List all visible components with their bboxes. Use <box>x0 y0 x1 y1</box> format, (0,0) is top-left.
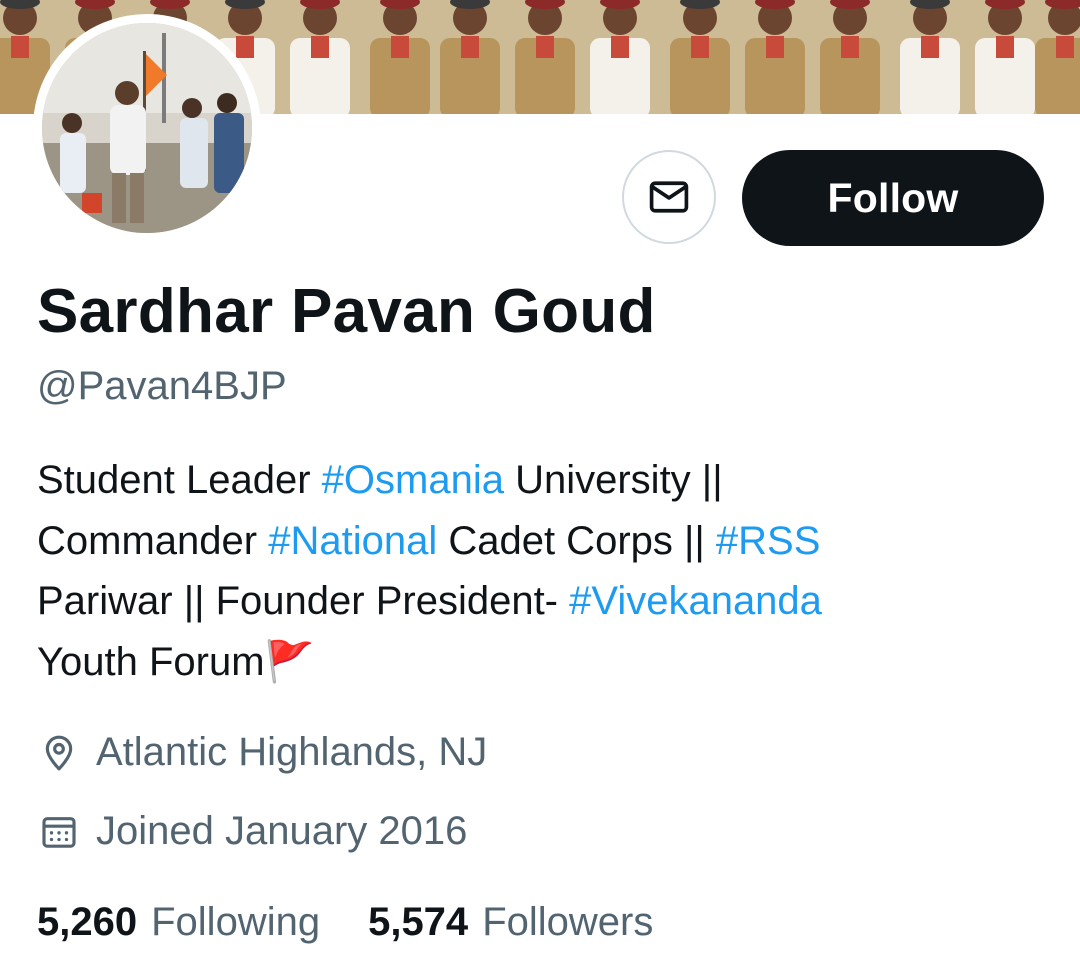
bio-text: Student Leader <box>37 458 322 502</box>
bio-text: Cadet Corps || <box>437 518 716 563</box>
message-button[interactable] <box>622 150 716 244</box>
bio-line-1: Student Leader #Osmania University || <box>37 450 1047 511</box>
calendar-icon <box>37 810 81 854</box>
profile-stats: 5,260 Following 5,574 Followers <box>37 900 653 945</box>
hashtag-link-national[interactable]: #National <box>268 519 437 563</box>
hashtag-link-rss[interactable]: #RSS <box>716 519 821 563</box>
envelope-icon <box>649 181 689 213</box>
avatar-image <box>42 23 252 233</box>
follow-button-label: Follow <box>827 174 959 221</box>
followers-count: 5,574 <box>368 900 469 944</box>
following-link[interactable]: 5,260 Following <box>37 900 320 945</box>
profile-location: Atlantic Highlands, NJ <box>37 730 487 775</box>
map-pin-icon <box>37 731 81 775</box>
bio-line-3: Pariwar || Founder President- #Vivekanan… <box>37 571 1047 632</box>
bio-text: University || <box>503 458 723 502</box>
bio-text: Commander <box>37 518 269 563</box>
bio-line-2: Commander #National Cadet Corps || #RSS <box>37 511 1047 572</box>
following-label: Following <box>151 900 321 944</box>
profile-joined-date: Joined January 2016 <box>37 809 467 854</box>
profile-bio: Student Leader #Osmania University || Co… <box>37 450 1047 692</box>
hashtag-link-osmania[interactable]: #Osmania <box>322 458 504 502</box>
joined-text: Joined January 2016 <box>96 809 468 853</box>
hashtag-link-vivekananda[interactable]: #Vivekananda <box>569 579 822 623</box>
bio-text: Youth Forum <box>37 639 265 684</box>
avatar-frame <box>33 14 261 242</box>
user-handle: @Pavan4BJP <box>37 364 287 408</box>
location-text: Atlantic Highlands, NJ <box>96 730 488 774</box>
following-count: 5,260 <box>37 900 138 944</box>
followers-label: Followers <box>482 900 654 944</box>
bio-text: Pariwar || Founder President- <box>37 579 570 623</box>
follow-button[interactable]: Follow <box>742 150 1044 246</box>
flag-emoji: 🚩 <box>264 639 315 684</box>
bio-line-4: Youth Forum🚩 <box>37 632 1047 693</box>
avatar[interactable] <box>42 23 252 233</box>
display-name: Sardhar Pavan Goud <box>37 277 656 346</box>
followers-link[interactable]: 5,574 Followers <box>368 900 653 945</box>
